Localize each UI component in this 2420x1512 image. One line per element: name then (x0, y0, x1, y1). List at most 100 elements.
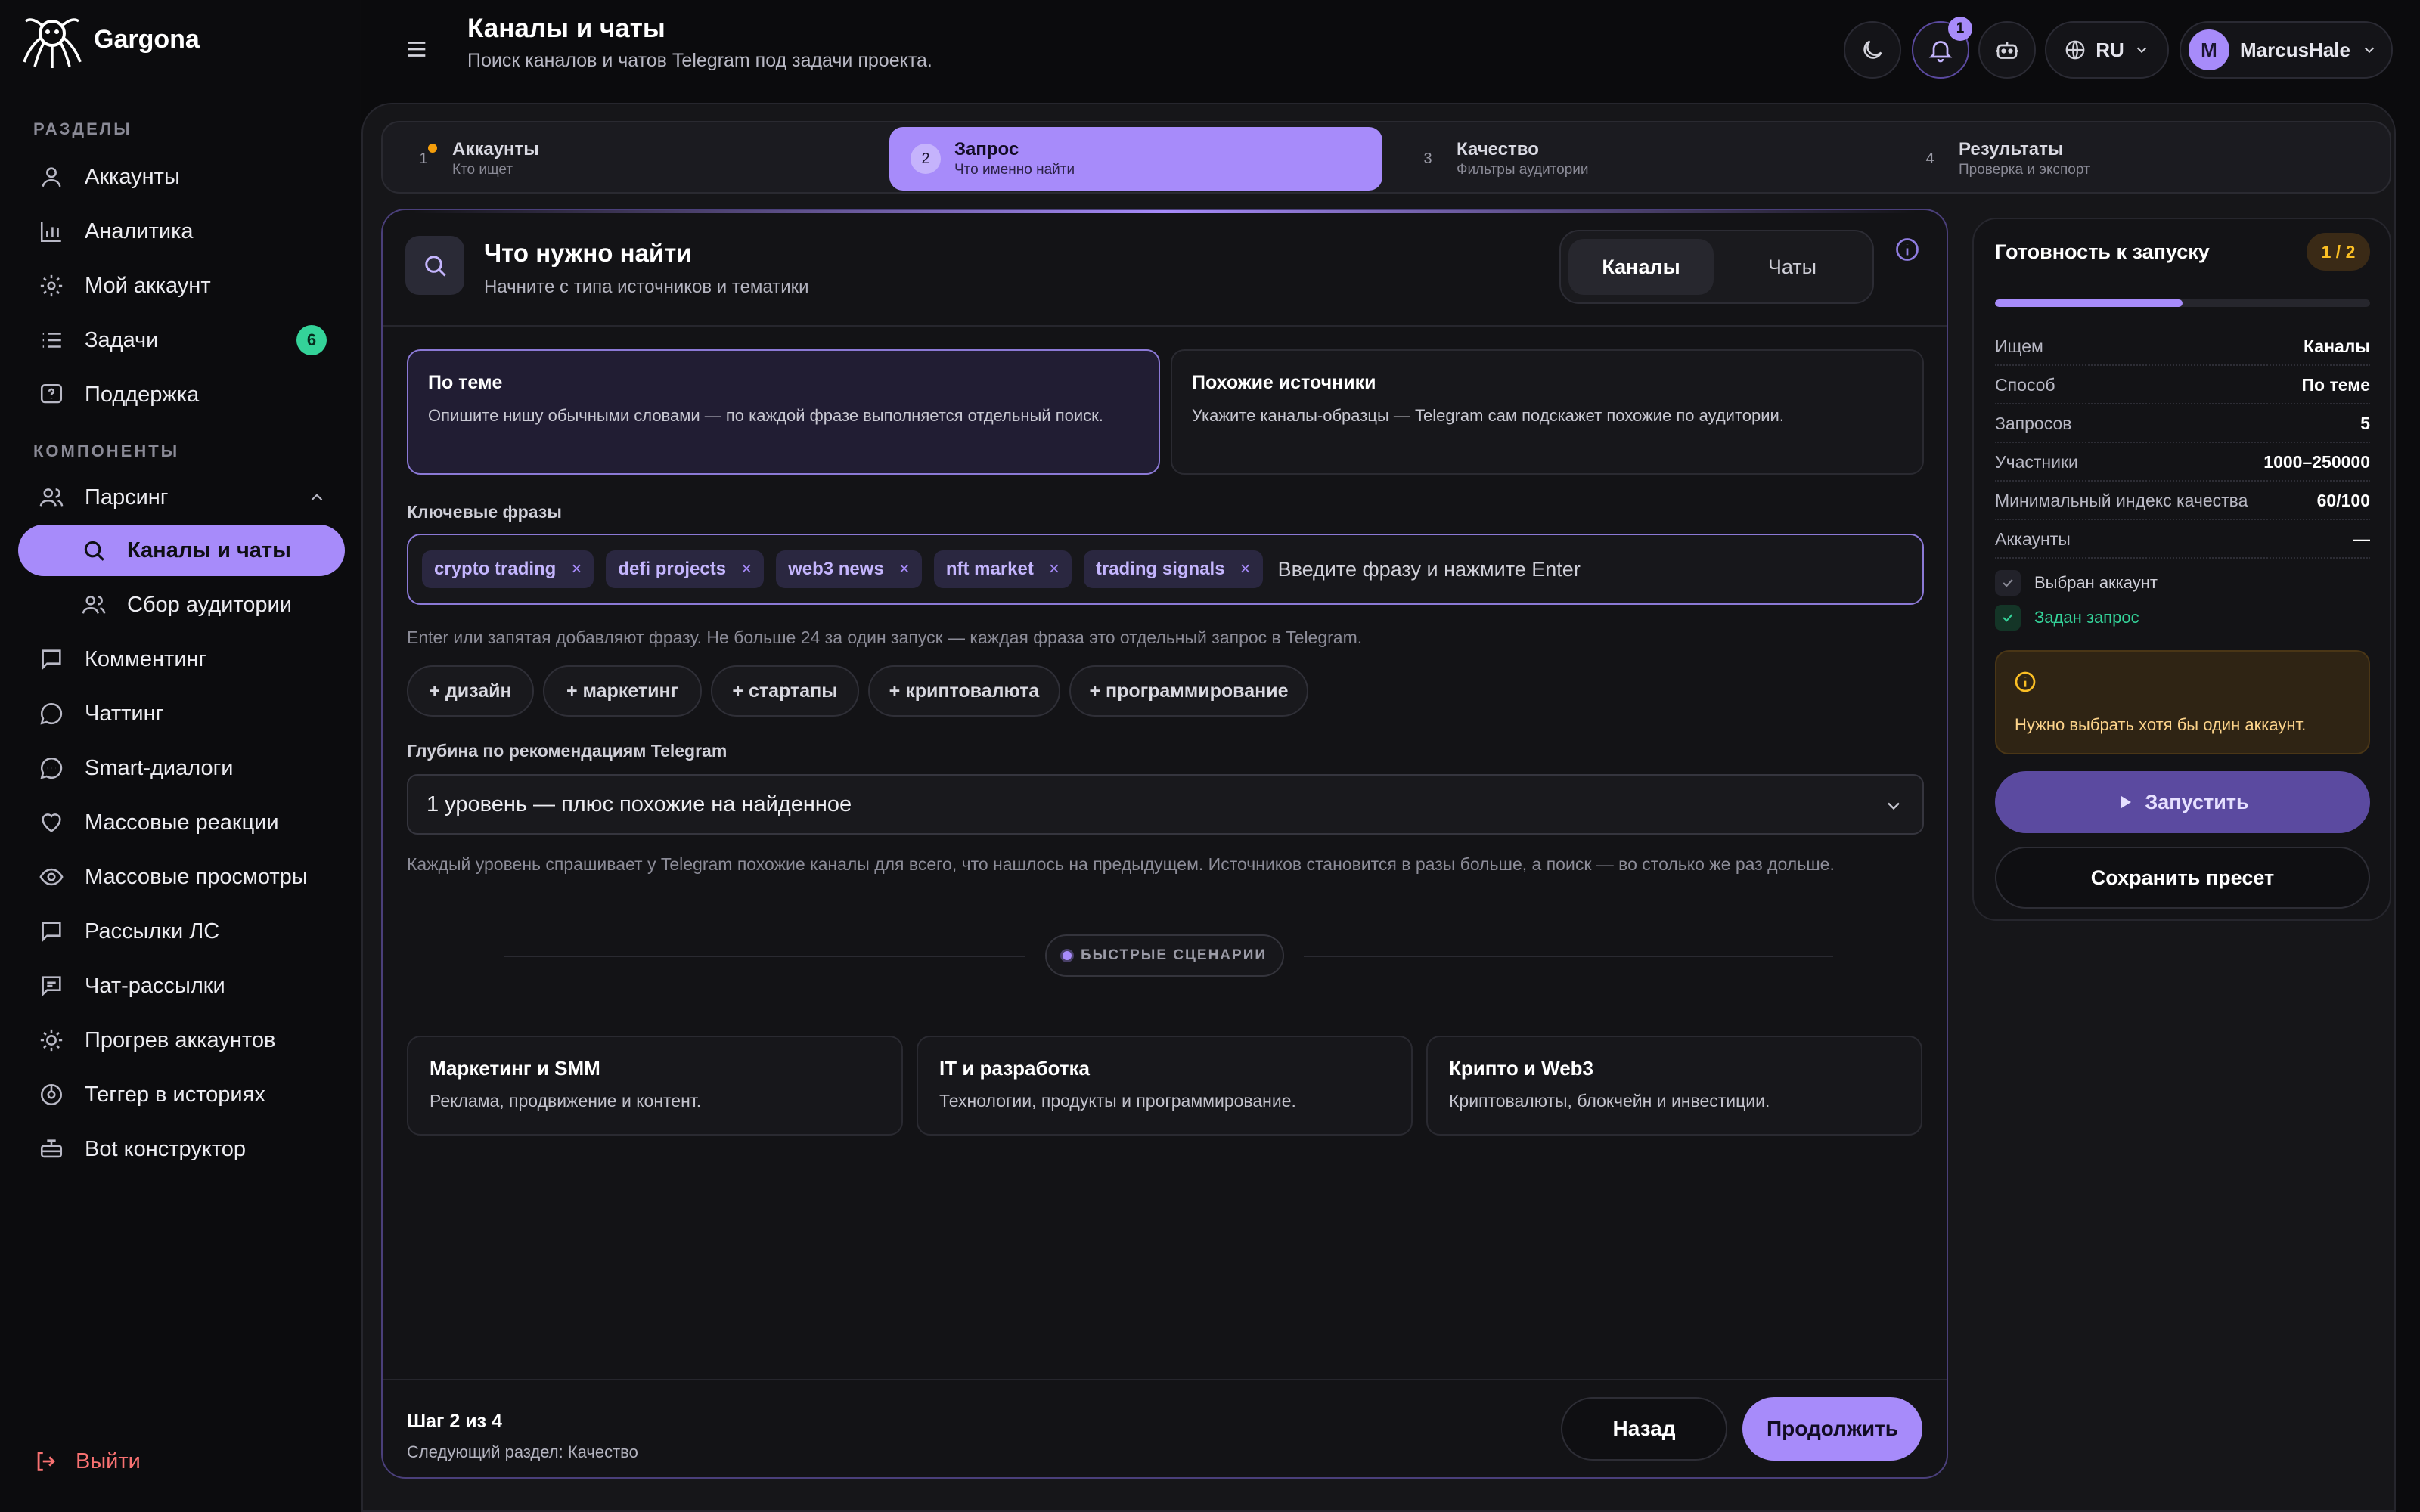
user-icon (36, 162, 67, 192)
scenario-card-crypto[interactable]: Крипто и Web3 Криптовалюты, блокчейн и и… (1426, 1036, 1922, 1136)
keywords-input[interactable]: crypto trading × defi projects × web3 news… (407, 534, 1924, 605)
save-preset-button[interactable]: Сохранить пресет (1995, 847, 2370, 909)
sidebar-item-story-tagger[interactable]: Теггер в историях (18, 1069, 345, 1120)
tag-icon (36, 1080, 67, 1110)
toggle-chats[interactable]: Чаты (1720, 239, 1865, 295)
sidebar-item-commenting[interactable]: Комментинг (18, 634, 345, 685)
toggle-channels[interactable]: Каналы (1568, 239, 1714, 295)
keyword-placeholder[interactable]: Введите фразу и нажмите Enter (1278, 558, 1581, 581)
section-title-main: РАЗДЕЛЫ (33, 119, 132, 138)
chevron-up-icon[interactable] (307, 488, 327, 507)
app-name: Gargona (94, 24, 200, 54)
language-selector[interactable]: RU (2045, 21, 2169, 79)
sidebar-item-my-account[interactable]: Мой аккаунт (18, 260, 345, 311)
source-type-toggle: Каналы Чаты (1559, 230, 1874, 304)
sidebar-item-reactions[interactable]: Массовые реакции (18, 797, 345, 848)
continue-button[interactable]: Продолжить (1742, 1397, 1922, 1461)
chevron-down-icon (2361, 42, 2378, 58)
user-name: MarcusHale (2240, 38, 2350, 61)
sidebar-item-accounts[interactable]: Аккаунты (18, 151, 345, 203)
logout-label: Выйти (76, 1448, 141, 1473)
sidebar-item-analytics[interactable]: Аналитика (18, 206, 345, 257)
depth-select[interactable]: 1 уровень — плюс похожие на найденное (407, 774, 1924, 835)
scenario-title: Маркетинг и SMM (430, 1057, 600, 1080)
checklist-item: Задан запрос (1995, 605, 2139, 631)
sidebar-item-views[interactable]: Массовые просмотры (18, 851, 345, 903)
sidebar-item-label: Прогрев аккаунтов (85, 1027, 276, 1052)
status-dot (1062, 951, 1072, 960)
sidebar-item-chatting[interactable]: Чаттинг (18, 688, 345, 739)
scenario-card-marketing[interactable]: Маркетинг и SMM Реклама, продвижение и к… (407, 1036, 903, 1136)
accent-glow (413, 210, 1916, 213)
notifications-badge: 1 (1948, 17, 1972, 41)
sidebar-item-dm-mailings[interactable]: Рассылки ЛС (18, 906, 345, 957)
heart-icon (36, 807, 67, 838)
info-icon[interactable] (1894, 236, 1921, 263)
warning-text: Нужно выбрать хотя бы один аккаунт. (2015, 715, 2307, 734)
step-number: 1 (408, 144, 439, 174)
step-hint: Что именно найти (954, 162, 1075, 178)
scenario-desc: Реклама, продвижение и контент. (430, 1091, 702, 1111)
suggestion-chip[interactable]: + криптовалюта (868, 665, 1060, 717)
tasks-count-badge: 6 (296, 325, 327, 355)
dialog-icon (36, 753, 67, 783)
form-subtitle: Начните с типа источников и тематики (484, 277, 809, 297)
warning-dot (428, 144, 437, 153)
option-by-topic[interactable]: По теме Опишите нишу обычными словами — … (407, 349, 1160, 475)
remove-tag-icon[interactable]: × (1240, 559, 1251, 580)
user-menu[interactable]: M MarcusHale (2180, 21, 2393, 79)
summary-row: Аккаунты — (1995, 521, 2370, 559)
step-label: Результаты (1959, 139, 2064, 160)
option-desc: Опишите нишу обычными словами — по каждо… (428, 406, 1103, 425)
app-logo[interactable]: Gargona (18, 9, 200, 70)
sidebar-item-channels-chats[interactable]: Каналы и чаты (18, 525, 345, 576)
step-quality[interactable]: 3 Качество Фильтры аудитории (1392, 127, 1885, 191)
keyword-tag: nft market × (933, 550, 1072, 588)
sidebar-item-bot-builder[interactable]: Bot конструктор (18, 1123, 345, 1175)
suggestion-chip[interactable]: + дизайн (407, 665, 534, 717)
remove-tag-icon[interactable]: × (741, 559, 752, 580)
step-query[interactable]: 2 Запрос Что именно найти (889, 127, 1382, 191)
sidebar-item-warmup[interactable]: Прогрев аккаунтов (18, 1015, 345, 1066)
logout-button[interactable]: Выйти (33, 1448, 141, 1474)
remove-tag-icon[interactable]: × (899, 559, 910, 580)
summary-row: Участники 1000–250000 (1995, 444, 2370, 482)
run-button[interactable]: Запустить (1995, 771, 2370, 833)
sidebar-item-chat-mailings[interactable]: Чат-рассылки (18, 960, 345, 1012)
sidebar-item-smart-dialogs[interactable]: Smart-диалоги (18, 742, 345, 794)
suggestion-chip[interactable]: + программирование (1069, 665, 1308, 717)
step-results[interactable]: 4 Результаты Проверка и экспорт (1894, 127, 2387, 191)
sun-icon (36, 1025, 67, 1055)
scenario-card-it[interactable]: IT и разработка Технологии, продукты и п… (917, 1036, 1413, 1136)
page-title: Каналы и чаты (467, 14, 666, 43)
suggestion-chip[interactable]: + стартапы (711, 665, 859, 717)
chevron-down-icon (1883, 795, 1904, 816)
sidebar-item-tasks[interactable]: Задачи 6 (18, 314, 345, 366)
scenario-desc: Криптовалюты, блокчейн и инвестиции. (1449, 1091, 1770, 1111)
scenario-desc: Технологии, продукты и программирование. (939, 1091, 1296, 1111)
warning-box: Нужно выбрать хотя бы один аккаунт. (1995, 650, 2370, 754)
depth-label: Глубина по рекомендациям Telegram (407, 741, 728, 761)
step-label: Запрос (954, 139, 1019, 160)
bell-icon (1927, 36, 1954, 64)
remove-tag-icon[interactable]: × (1049, 559, 1060, 580)
language-label: RU (2096, 38, 2124, 61)
theme-toggle-button[interactable] (1844, 21, 1901, 79)
bot-button[interactable] (1978, 21, 2036, 79)
remove-tag-icon[interactable]: × (571, 559, 582, 580)
sidebar-item-label: Рассылки ЛС (85, 919, 220, 943)
sidebar-item-label: Парсинг (85, 485, 169, 510)
sidebar-item-audience[interactable]: Сбор аудитории (18, 579, 345, 631)
back-button[interactable]: Назад (1561, 1397, 1727, 1461)
check-icon (1995, 570, 2021, 596)
avatar: M (2189, 29, 2229, 70)
option-similar-sources[interactable]: Похожие источники Укажите каналы-образцы… (1171, 349, 1924, 475)
menu-toggle-icon[interactable] (404, 36, 430, 62)
suggestion-chip[interactable]: + маркетинг (543, 665, 702, 717)
sidebar-item-label: Поддержка (85, 382, 200, 407)
sidebar-item-support[interactable]: Поддержка (18, 369, 345, 420)
step-number: 4 (1925, 150, 1934, 167)
sidebar-item-parsing[interactable]: Парсинг (18, 472, 345, 523)
step-accounts[interactable]: 1 Аккаунты Кто ищет (387, 127, 880, 191)
warning-icon (2013, 670, 2037, 694)
